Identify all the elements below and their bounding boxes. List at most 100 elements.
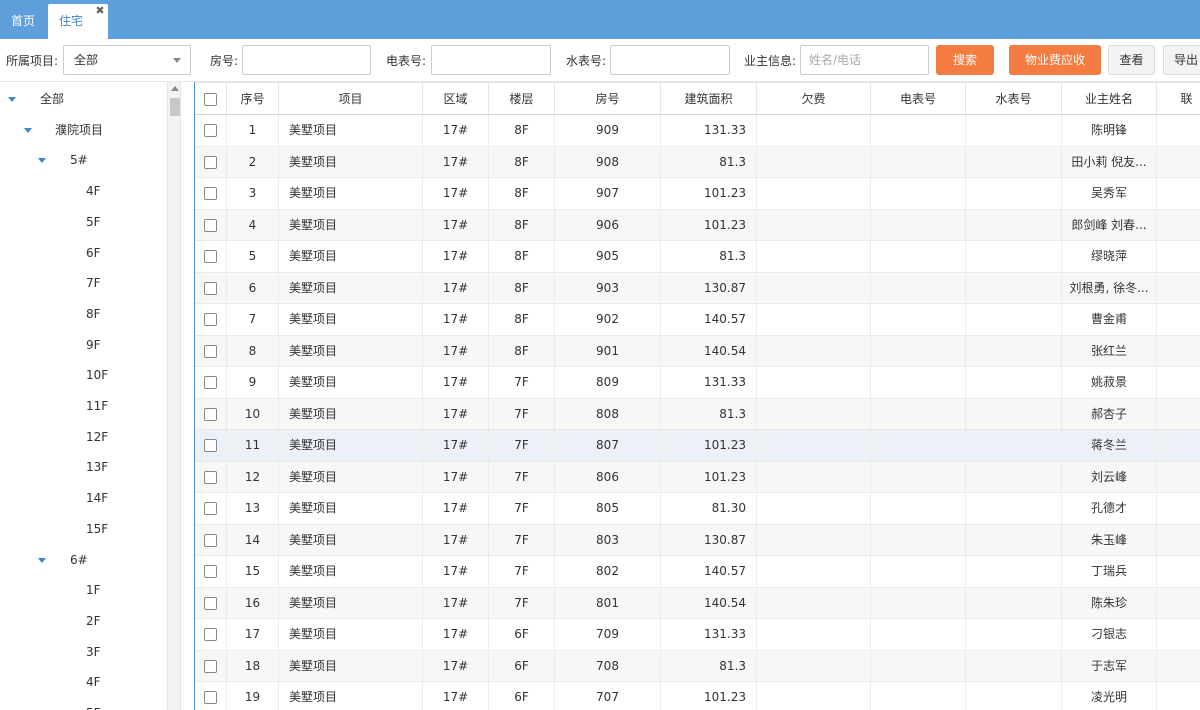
tree-node[interactable]: 全部	[0, 84, 165, 114]
column-header[interactable]: 区域	[423, 83, 489, 115]
row-checkbox[interactable]	[204, 691, 217, 704]
view-button[interactable]: 查看	[1108, 45, 1155, 75]
tree-node[interactable]: 濮院项目	[0, 115, 165, 145]
water-meter-input[interactable]	[610, 45, 730, 75]
column-header[interactable]: 楼层	[489, 83, 555, 115]
column-header[interactable]: 建筑面积	[661, 83, 757, 115]
table-row[interactable]: 15 美墅项目 17# 7F 802 140.57 丁瑞兵	[195, 556, 1200, 588]
table-row[interactable]: 17 美墅项目 17# 6F 709 131.33 刁银志	[195, 619, 1200, 651]
row-checkbox[interactable]	[204, 439, 217, 452]
column-header[interactable]: 序号	[227, 83, 279, 115]
table-row[interactable]: 9 美墅项目 17# 7F 809 131.33 姚菽景	[195, 367, 1200, 399]
row-checkbox[interactable]	[204, 376, 217, 389]
expand-triangle-icon[interactable]	[24, 127, 32, 133]
row-checkbox[interactable]	[204, 155, 217, 169]
table-row[interactable]: 11 美墅项目 17# 7F 807 101.23 蒋冬兰	[195, 430, 1200, 462]
tree-node[interactable]: 6#	[0, 545, 165, 575]
row-checkbox[interactable]	[204, 470, 217, 484]
project-select[interactable]: 全部	[63, 45, 191, 75]
row-checkbox[interactable]	[204, 533, 217, 547]
tree-node[interactable]: 14F	[0, 483, 165, 513]
tree-scrollbar[interactable]	[167, 82, 180, 710]
room-input[interactable]	[242, 45, 371, 75]
tree-node[interactable]: 5F	[0, 698, 165, 710]
row-checkbox[interactable]	[204, 344, 217, 358]
tree-node[interactable]: 4F	[0, 667, 165, 697]
row-checkbox[interactable]	[204, 659, 217, 673]
table-row[interactable]: 7 美墅项目 17# 8F 902 140.57 曹金甫	[195, 304, 1200, 336]
row-checkbox-cell	[195, 241, 227, 272]
tree-node[interactable]: 1F	[0, 575, 165, 605]
row-checkbox[interactable]	[204, 596, 217, 610]
column-header[interactable]: 业主姓名	[1062, 83, 1157, 115]
table-row[interactable]: 12 美墅项目 17# 7F 806 101.23 刘云峰	[195, 461, 1200, 493]
row-checkbox[interactable]	[204, 502, 217, 515]
tab-home[interactable]: 首页	[0, 4, 46, 39]
tree-node[interactable]: 13F	[0, 452, 165, 482]
tree-node[interactable]: 10F	[0, 360, 165, 390]
tree-node[interactable]: 8F	[0, 299, 165, 329]
table-cell: 美墅项目	[279, 367, 423, 398]
table-cell	[1157, 273, 1200, 304]
expand-triangle-icon[interactable]	[8, 97, 16, 102]
table-row[interactable]: 16 美墅项目 17# 7F 801 140.54 陈朱珍	[195, 587, 1200, 619]
tree-node[interactable]: 2F	[0, 606, 165, 636]
table-cell: 17#	[423, 587, 489, 619]
row-checkbox[interactable]	[204, 187, 217, 200]
column-header[interactable]: 项目	[279, 83, 423, 115]
scroll-thumb[interactable]	[170, 98, 180, 116]
row-checkbox[interactable]	[204, 250, 217, 263]
tree-node[interactable]: 12F	[0, 422, 165, 452]
row-checkbox[interactable]	[204, 218, 217, 232]
tree-node[interactable]: 15F	[0, 514, 165, 544]
table-row[interactable]: 6 美墅项目 17# 8F 903 130.87 刘根勇, 徐冬...	[195, 272, 1200, 304]
tree-node[interactable]: 9F	[0, 330, 165, 360]
tab-bar: 首页 住宅 ✖	[0, 0, 1200, 39]
expand-triangle-icon[interactable]	[38, 158, 46, 164]
tree-node[interactable]: 6F	[0, 238, 165, 268]
table-cell: 8F	[489, 209, 555, 241]
owner-info-input[interactable]	[800, 45, 929, 75]
table-cell: 吴秀军	[1062, 178, 1157, 209]
table-row[interactable]: 4 美墅项目 17# 8F 906 101.23 郎剑峰 刘春...	[195, 209, 1200, 241]
column-header[interactable]: 欠费	[757, 83, 871, 115]
row-checkbox[interactable]	[204, 565, 217, 578]
tree-node[interactable]: 5#	[0, 145, 165, 175]
row-checkbox[interactable]	[204, 407, 217, 421]
row-checkbox[interactable]	[204, 281, 217, 295]
table-row[interactable]: 18 美墅项目 17# 6F 708 81.3 于志军	[195, 650, 1200, 682]
expand-triangle-icon[interactable]	[38, 557, 46, 563]
table-row[interactable]: 2 美墅项目 17# 8F 908 81.3 田小莉 倪友...	[195, 146, 1200, 178]
close-icon[interactable]: ✖	[95, 5, 105, 16]
property-fee-receivable-button[interactable]: 物业费应收	[1009, 45, 1101, 75]
tree-node[interactable]: 4F	[0, 176, 165, 206]
tab-residence[interactable]: 住宅 ✖	[48, 4, 108, 39]
table-row[interactable]: 5 美墅项目 17# 8F 905 81.3 缪晓萍	[195, 241, 1200, 273]
panel-splitter[interactable]	[181, 82, 196, 710]
tree-node[interactable]: 7F	[0, 268, 165, 298]
table-cell: 1	[227, 115, 279, 146]
row-checkbox-cell	[195, 493, 227, 524]
export-button[interactable]: 导出	[1163, 45, 1200, 75]
table-row[interactable]: 8 美墅项目 17# 8F 901 140.54 张红兰	[195, 335, 1200, 367]
row-checkbox[interactable]	[204, 124, 217, 137]
elec-meter-input[interactable]	[431, 45, 551, 75]
column-header[interactable]: 联	[1157, 83, 1200, 115]
table-row[interactable]: 3 美墅项目 17# 8F 907 101.23 吴秀军	[195, 178, 1200, 210]
column-header[interactable]: 房号	[555, 83, 661, 115]
tree-node[interactable]: 5F	[0, 207, 165, 237]
column-header[interactable]: 电表号	[871, 83, 966, 115]
scroll-up-icon[interactable]	[171, 86, 179, 91]
table-row[interactable]: 19 美墅项目 17# 6F 707 101.23 凌光明	[195, 682, 1200, 710]
search-button[interactable]: 搜索	[936, 45, 994, 75]
column-header[interactable]: 水表号	[966, 83, 1062, 115]
table-row[interactable]: 14 美墅项目 17# 7F 803 130.87 朱玉峰	[195, 524, 1200, 556]
table-row[interactable]: 1 美墅项目 17# 8F 909 131.33 陈明锋	[195, 115, 1200, 147]
row-checkbox[interactable]	[204, 628, 217, 641]
table-row[interactable]: 10 美墅项目 17# 7F 808 81.3 郝杏子	[195, 398, 1200, 430]
table-row[interactable]: 13 美墅项目 17# 7F 805 81.30 孔德才	[195, 493, 1200, 525]
select-all-checkbox[interactable]	[204, 93, 217, 106]
tree-node[interactable]: 3F	[0, 637, 165, 667]
row-checkbox[interactable]	[204, 313, 217, 326]
tree-node[interactable]: 11F	[0, 391, 165, 421]
